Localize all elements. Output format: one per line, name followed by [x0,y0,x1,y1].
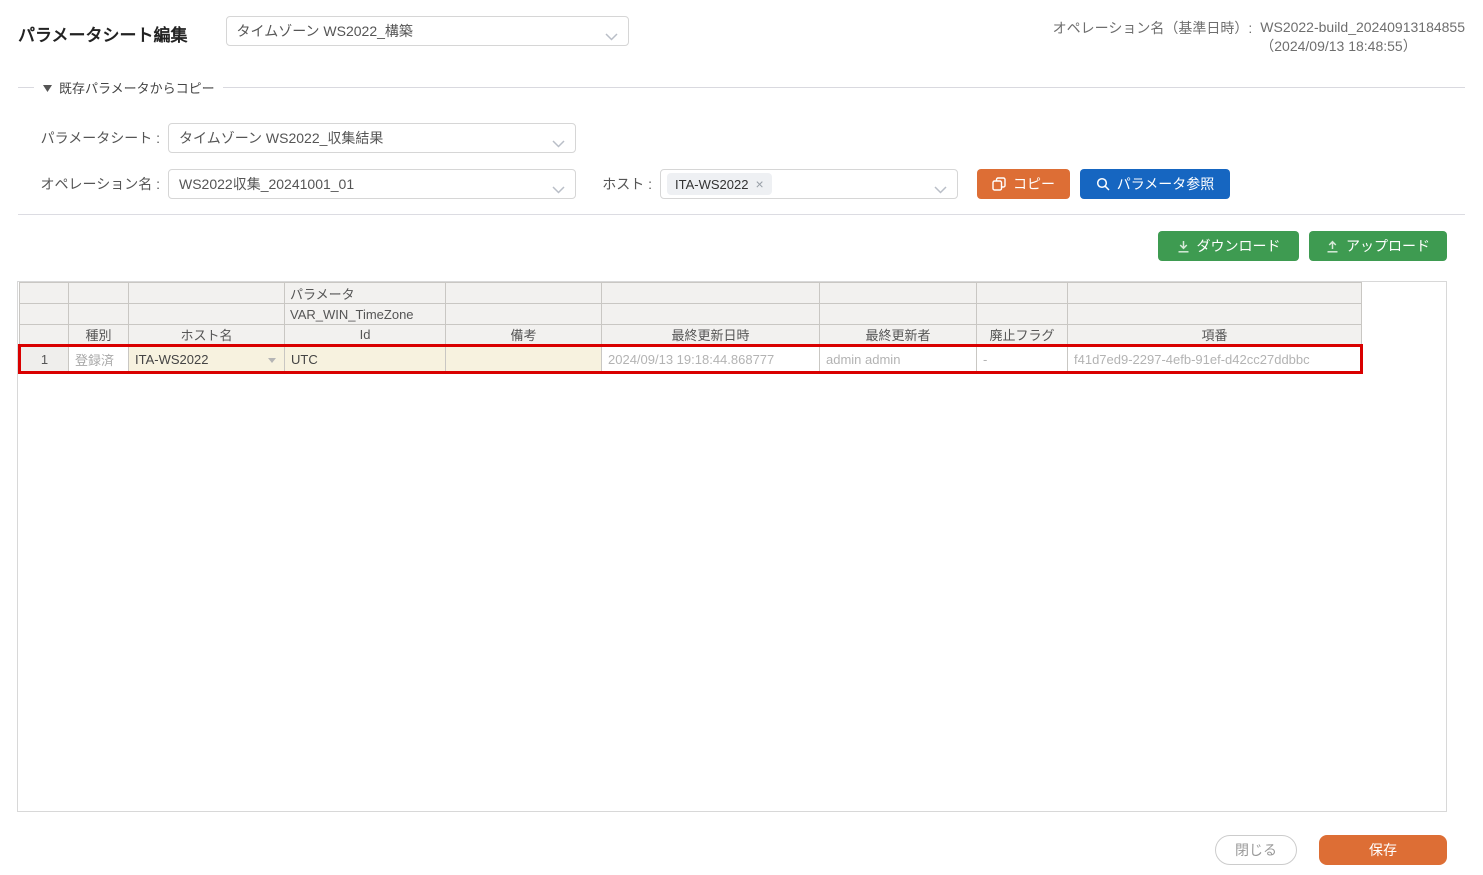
table-row: 1 登録済 ITA-WS2022 UTC 2024/09/13 19:18:44… [20,346,1362,373]
operation-name: WS2022-build_20240913184855 [1260,18,1465,37]
cell-dropdown-icon [268,358,276,363]
page-title: パラメータシート編集 [18,16,188,46]
header-empty [446,304,602,325]
row-host-cell[interactable]: ITA-WS2022 [129,346,285,373]
row-updater-cell: admin admin [820,346,977,373]
header-rownum [20,325,69,346]
column-header-note: 備考 [446,325,602,346]
host-select-label: ホスト : [600,174,660,194]
operation-select-value: WS2022収集_20241001_01 [179,174,354,194]
footer-actions: 閉じる 保存 [18,835,1447,865]
page-header: パラメータシート編集 タイムゾーン WS2022_構築 オペレーション名（基準日… [0,0,1483,56]
header-empty [20,283,69,304]
parameter-reference-label: パラメータ参照 [1117,174,1215,194]
operation-info-label: オペレーション名（基準日時）: [1053,18,1253,56]
variable-header: VAR_WIN_TimeZone [285,304,446,325]
sheet-select-row: パラメータシート : タイムゾーン WS2022_収集結果 [18,123,1465,153]
header-empty [129,304,285,325]
column-header-type: 種別 [69,325,129,346]
copy-section-header: 既存パラメータからコピー [18,78,1465,97]
header-empty [1068,283,1362,304]
close-button[interactable]: 閉じる [1215,835,1297,865]
triangle-down-icon[interactable] [43,79,52,97]
chevron-down-icon [605,28,618,44]
header-empty [129,283,285,304]
download-button-label: ダウンロード [1197,236,1281,256]
row-type-cell: 登録済 [69,346,129,373]
copy-button-label: コピー [1013,174,1055,194]
table-group-header-row: パラメータ [20,283,1362,304]
header-empty [820,304,977,325]
parameter-sheet-panel: パラメータ VAR_WIN_TimeZone 種別 [17,281,1447,812]
header-empty [820,283,977,304]
row-id-cell[interactable]: UTC [285,346,446,373]
header-empty [20,304,69,325]
upload-button[interactable]: アップロード [1309,231,1447,261]
chevron-down-icon [934,181,947,197]
header-empty [602,304,820,325]
header-empty [977,304,1068,325]
copy-button[interactable]: コピー [977,169,1070,199]
row-item-no-cell: f41d7ed9-2297-4efb-91ef-d42cc27ddbbc [1068,346,1362,373]
upload-button-label: アップロード [1346,236,1430,256]
sheet-select-label: パラメータシート : [18,128,168,148]
column-header-item-no: 項番 [1068,325,1362,346]
parameter-table: パラメータ VAR_WIN_TimeZone 種別 [18,282,1363,374]
section-divider [18,214,1465,215]
header-empty [69,283,129,304]
copy-section-title[interactable]: 既存パラメータからコピー [59,78,215,97]
header-empty [1068,304,1362,325]
row-discard-cell: - [977,346,1068,373]
header-empty [69,304,129,325]
search-icon [1096,177,1110,191]
download-icon [1177,240,1190,253]
header-empty [602,283,820,304]
row-note-cell[interactable] [446,346,602,373]
save-button[interactable]: 保存 [1319,835,1447,865]
parameter-reference-button[interactable]: パラメータ参照 [1080,169,1230,199]
column-header-host: ホスト名 [129,325,285,346]
menu-select[interactable]: タイムゾーン WS2022_構築 [226,16,629,46]
row-host-value: ITA-WS2022 [135,352,208,367]
operation-select[interactable]: WS2022収集_20241001_01 [168,169,576,199]
operation-select-label: オペレーション名 : [18,174,168,194]
copy-icon [992,177,1006,191]
operation-datetime: （2024/09/13 18:48:55） [1260,37,1465,56]
upload-icon [1326,240,1339,253]
host-tag-label: ITA-WS2022 [675,177,748,192]
row-updated-cell: 2024/09/13 19:18:44.868777 [602,346,820,373]
sheet-toolbar: ダウンロード アップロード [18,231,1447,261]
remove-tag-icon[interactable]: × [755,176,763,192]
group-header-parameter: パラメータ [285,283,446,304]
section-dash [18,87,34,88]
host-tag: ITA-WS2022 × [667,173,772,195]
column-header-updater: 最終更新者 [820,325,977,346]
header-empty [446,283,602,304]
sheet-select-value: タイムゾーン WS2022_収集結果 [179,128,383,148]
download-button[interactable]: ダウンロード [1158,231,1299,261]
sheet-select[interactable]: タイムゾーン WS2022_収集結果 [168,123,576,153]
chevron-down-icon [552,181,565,197]
column-header-discard: 廃止フラグ [977,325,1068,346]
table-column-header-row: 種別 ホスト名 Id 備考 最終更新日時 最終更新者 廃止フラグ 項番 [20,325,1362,346]
operation-select-row: オペレーション名 : WS2022収集_20241001_01 ホスト : IT… [18,169,1465,199]
row-number-cell: 1 [20,346,69,373]
operation-info: オペレーション名（基準日時）: WS2022-build_20240913184… [1053,16,1465,56]
header-empty [977,283,1068,304]
section-line [223,87,1465,88]
table-variable-header-row: VAR_WIN_TimeZone [20,304,1362,325]
column-header-id: Id [285,325,446,346]
column-header-updated: 最終更新日時 [602,325,820,346]
chevron-down-icon [552,135,565,151]
menu-select-value: タイムゾーン WS2022_構築 [237,21,413,41]
host-multiselect[interactable]: ITA-WS2022 × [660,169,958,199]
operation-info-value: WS2022-build_20240913184855 （2024/09/13 … [1260,18,1465,56]
